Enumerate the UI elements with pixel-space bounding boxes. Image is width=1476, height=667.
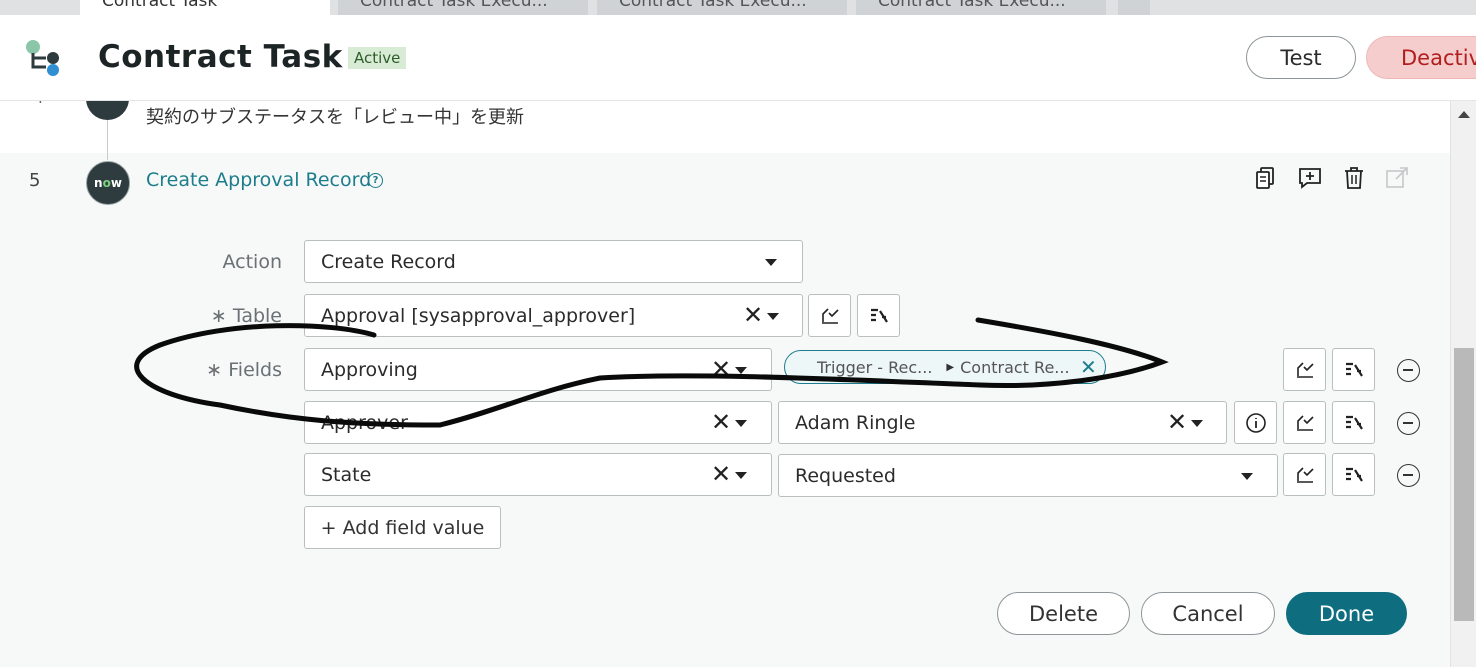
clear-x-icon[interactable]: ✕ (743, 303, 763, 327)
clear-x-icon[interactable]: ✕ (711, 357, 731, 381)
script-toggle-button[interactable] (1283, 401, 1326, 444)
dropdown-caret-icon (1241, 473, 1253, 480)
field-name: Approving (321, 358, 418, 381)
page-title: Contract Task (98, 39, 343, 75)
tab-execution-1[interactable]: Contract Task Execu... (338, 0, 588, 15)
tab-label: Contract Task Execu... (360, 0, 548, 11)
action-label: Action (222, 251, 282, 273)
action-value: Create Record (321, 250, 456, 273)
dropdown-caret-icon (767, 313, 779, 320)
data-pill-picker-icon (1345, 362, 1363, 377)
data-pill-picker-button[interactable] (857, 294, 900, 337)
script-toggle-button[interactable] (808, 294, 851, 337)
value-select-approver[interactable]: Adam Ringle ✕ (778, 401, 1227, 444)
dropdown-caret-icon (735, 472, 747, 479)
clear-x-icon[interactable]: ✕ (711, 410, 731, 434)
now-logo-icon: now (86, 161, 130, 205)
deactivate-button[interactable]: Deactiva (1366, 36, 1476, 79)
clear-x-icon[interactable]: ✕ (711, 462, 731, 486)
remove-row-icon[interactable] (1397, 359, 1420, 382)
open-external-icon[interactable] (1384, 165, 1410, 191)
data-pill-segment: Contract Re... (960, 357, 1070, 377)
flow-logo-icon (26, 40, 59, 76)
logo-letter: n (94, 176, 103, 190)
data-pill[interactable]: Trigger - Rec... ▶ Contract Re... (784, 350, 1106, 384)
fields-label: ∗ Fields (206, 359, 282, 381)
tab-execution-2[interactable]: Contract Task Execu... (597, 0, 847, 15)
value-select-state[interactable]: Requested (778, 454, 1278, 497)
field-select-approving[interactable]: Approving ✕ (304, 348, 772, 391)
script-toggle-icon (1296, 414, 1314, 431)
table-label: ∗ Table (210, 305, 282, 327)
scrollbar-thumb[interactable] (1454, 348, 1474, 621)
remove-row-icon[interactable] (1397, 464, 1420, 487)
previous-step[interactable]: 4 契約のサブステータスを「レビュー中」を更新 (0, 101, 1450, 160)
add-field-value-button[interactable]: + Add field value (304, 506, 501, 549)
flow-steps-panel: 4 契約のサブステータスを「レビュー中」を更新 5 now Create App… (0, 101, 1450, 667)
data-pill-picker-button[interactable] (1332, 348, 1375, 391)
table-select[interactable]: Approval [sysapproval_approver] ✕ (304, 294, 803, 337)
field-name: State (321, 463, 372, 486)
done-button[interactable]: Done (1286, 592, 1407, 635)
copy-icon[interactable] (1253, 165, 1279, 191)
cancel-button[interactable]: Cancel (1141, 592, 1275, 635)
step-connector (107, 120, 108, 160)
tab-strip: Contract Task Contract Task Execu... Con… (0, 0, 1476, 15)
tab-execution-3[interactable]: Contract Task Execu... (856, 0, 1106, 15)
tab-label: Contract Task Execu... (619, 0, 807, 11)
vertical-scrollbar[interactable] (1450, 101, 1476, 667)
field-value: Adam Ringle (795, 411, 916, 434)
data-pill-picker-icon (1345, 415, 1363, 430)
script-toggle-icon (1296, 466, 1314, 483)
remove-row-icon[interactable] (1397, 412, 1420, 435)
script-toggle-button[interactable] (1283, 348, 1326, 391)
field-name: Approver (321, 411, 408, 434)
script-toggle-icon (1296, 361, 1314, 378)
data-pill-picker-icon (1345, 467, 1363, 482)
dropdown-caret-icon (735, 367, 747, 374)
tab-contract-task[interactable]: Contract Task (80, 0, 330, 15)
test-button[interactable]: Test (1246, 36, 1356, 79)
tab-label: Contract Task (102, 0, 218, 11)
clear-x-icon[interactable]: ✕ (1167, 410, 1187, 434)
flow-header: Contract Task Active Test Deactiva (0, 15, 1476, 101)
info-button[interactable] (1234, 401, 1277, 444)
data-pill-segment: Trigger - Rec... (817, 357, 933, 377)
script-toggle-button[interactable] (1283, 453, 1326, 496)
trash-icon[interactable] (1341, 165, 1367, 191)
script-toggle-icon (821, 307, 839, 324)
dropdown-caret-icon (765, 259, 777, 266)
comment-add-icon[interactable] (1297, 165, 1323, 191)
dropdown-caret-icon (1191, 420, 1203, 427)
data-pill-picker-button[interactable] (1332, 401, 1375, 444)
step-title[interactable]: Create Approval Record (146, 169, 371, 191)
info-icon (1245, 412, 1266, 433)
field-value: Requested (795, 464, 896, 487)
help-icon[interactable]: ? (368, 173, 383, 188)
data-pill-picker-button[interactable] (1332, 453, 1375, 496)
action-select[interactable]: Create Record (304, 240, 803, 283)
flow-designer-window: Contract Task Contract Task Execu... Con… (0, 0, 1476, 667)
step-number: 5 (29, 170, 41, 191)
now-logo-icon (86, 101, 129, 120)
step-description: 契約のサブステータスを「レビュー中」を更新 (146, 107, 524, 128)
logo-letter: o (102, 176, 111, 190)
step-number: 4 (34, 101, 44, 107)
tab-label: Contract Task Execu... (878, 0, 1066, 11)
table-value: Approval [sysapproval_approver] (321, 304, 636, 327)
new-tab-button[interactable] (1118, 0, 1150, 15)
status-badge: Active (348, 47, 407, 69)
field-select-state[interactable]: State ✕ (304, 453, 772, 496)
field-select-approver[interactable]: Approver ✕ (304, 401, 772, 444)
scroll-up-arrow-icon[interactable] (1458, 111, 1470, 118)
chevron-right-icon: ▶ (946, 361, 955, 373)
logo-letter: w (110, 176, 122, 190)
dropdown-caret-icon (735, 420, 747, 427)
data-pill-picker-icon (870, 308, 888, 323)
delete-button[interactable]: Delete (997, 592, 1130, 635)
remove-pill-icon[interactable]: ✕ (1080, 355, 1097, 379)
